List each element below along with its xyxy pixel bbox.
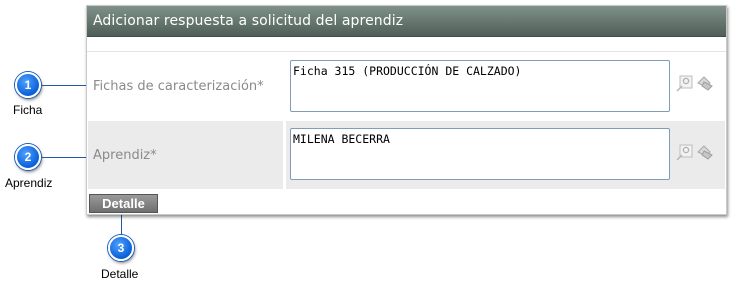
callout-2-caption: Aprendiz [5,176,53,190]
callout-3-leader [121,212,122,236]
erase-icon[interactable] [696,74,714,92]
detalle-button[interactable]: Detalle [89,194,158,213]
aprendiz-field[interactable]: MILENA BECERRA [290,128,670,180]
callout-3-number: 3 [117,241,125,255]
field-cell-ficha: Ficha 315 (PRODUCCIÓN DE CALZADO) [286,52,725,122]
panel-title: Adicionar respuesta a solicitud del apre… [93,13,404,29]
callout-3-badge: 3 [108,235,134,261]
field-cell-aprendiz: MILENA BECERRA [286,121,725,189]
form-panel: Adicionar respuesta a solicitud del apre… [86,5,727,215]
panel-header: Adicionar respuesta a solicitud del apre… [87,6,726,37]
aprendiz-label: Aprendiz* [93,148,157,163]
label-cell-aprendiz: Aprendiz* [88,121,283,189]
search-icon[interactable] [676,143,694,161]
callout-1-caption: Ficha [13,103,43,117]
callout-2-badge: 2 [15,144,41,170]
erase-icon[interactable] [696,143,714,161]
callout-2-number: 2 [24,150,32,164]
label-cell-ficha: Fichas de caracterización* [88,52,283,122]
callout-1-number: 1 [24,78,32,92]
ficha-actions [676,74,716,96]
field-row-ficha: Fichas de caracterización* Ficha 315 (PR… [87,52,726,122]
ficha-field[interactable]: Ficha 315 (PRODUCCIÓN DE CALZADO) [290,60,670,112]
callout-1-badge: 1 [15,72,41,98]
callout-1-leader [42,85,90,86]
ficha-label: Fichas de caracterización* [93,79,264,94]
field-row-aprendiz: Aprendiz* MILENA BECERRA [87,121,726,189]
aprendiz-actions [676,143,716,165]
search-icon[interactable] [676,74,694,92]
callout-3-caption: Detalle [101,267,139,281]
callout-2-leader [42,157,90,158]
